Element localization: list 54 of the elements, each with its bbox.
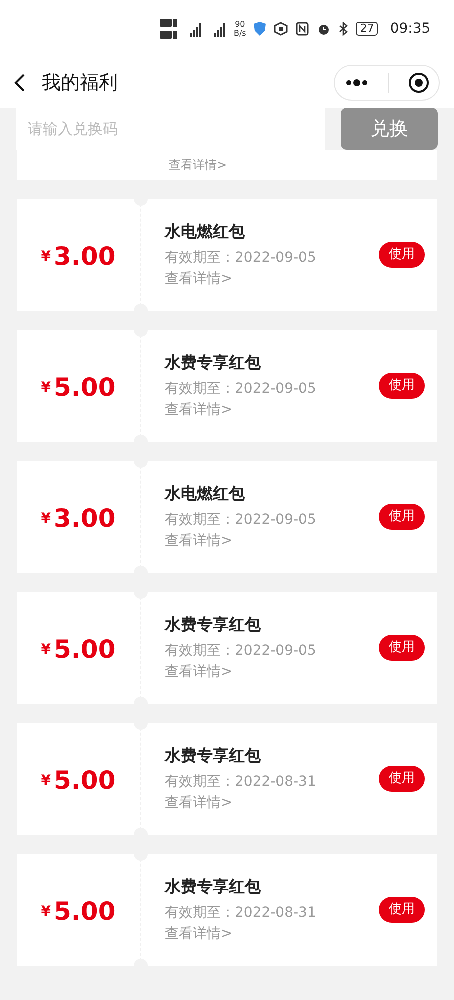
currency-symbol: ¥	[41, 248, 52, 266]
expiry-date: 有效期至：2022-09-05	[165, 511, 318, 530]
expiry-date: 有效期至：2022-09-05	[165, 642, 318, 661]
alarm-icon	[317, 22, 332, 36]
details-link[interactable]: 查看详情>	[169, 156, 228, 174]
shield-icon	[254, 22, 266, 36]
coupon-amount: 3.00	[54, 241, 116, 274]
coupon-title: 水电燃红包	[165, 483, 246, 505]
currency-symbol: ¥	[41, 378, 52, 398]
details-link[interactable]: 查看详情>	[165, 400, 379, 421]
expiry-date: 有效期至：2022-08-31	[165, 904, 318, 923]
coupon-title: 水费专享红包	[165, 745, 262, 767]
coupon-title: 水费专享红包	[165, 614, 262, 636]
speed-unit: B/s	[234, 29, 246, 38]
sim-icon	[160, 18, 178, 40]
coupon-amount: 3.00	[54, 503, 116, 536]
coupon-title: 水费专享红包	[165, 876, 262, 898]
expiry-date: 有效期至：2022-09-05	[165, 380, 318, 399]
speed-value: 90	[234, 20, 246, 29]
details-link[interactable]: 查看详情>	[165, 531, 379, 552]
currency-symbol: ¥	[41, 640, 52, 660]
status-time: 09:35	[390, 20, 431, 38]
details-link[interactable]: 查看详情>	[165, 269, 379, 290]
use-button[interactable]: 使用	[379, 373, 425, 399]
target-icon	[408, 72, 430, 94]
currency-symbol: ¥	[41, 510, 52, 528]
hexagon-icon	[274, 22, 288, 36]
back-button[interactable]	[14, 73, 26, 93]
battery-level: 27	[356, 22, 378, 36]
coupon-amount: 5.00	[54, 372, 116, 404]
use-button[interactable]: 使用	[379, 897, 425, 923]
coupon-amount: 5.00	[54, 765, 116, 798]
details-link[interactable]: 查看详情>	[165, 924, 379, 945]
use-button[interactable]: 使用	[379, 242, 425, 268]
use-button[interactable]: 使用	[379, 766, 425, 792]
use-button[interactable]: 使用	[379, 635, 425, 661]
more-button[interactable]	[344, 79, 368, 87]
coupon-title: 水费专享红包	[165, 352, 262, 374]
coupon-title: 水电燃红包	[165, 221, 246, 243]
use-button[interactable]: 使用	[379, 504, 425, 530]
close-button[interactable]	[408, 72, 430, 94]
expiry-date: 有效期至：2022-09-05	[165, 249, 318, 268]
coupon-amount: 5.00	[54, 896, 116, 928]
nfc-icon	[296, 22, 310, 36]
details-link[interactable]: 查看详情>	[165, 793, 379, 814]
expiry-date: 有效期至：2022-08-31	[165, 773, 318, 792]
page-title: 我的福利	[42, 70, 118, 96]
currency-symbol: ¥	[41, 902, 52, 922]
more-icon	[344, 79, 368, 87]
currency-symbol: ¥	[41, 772, 52, 790]
details-link[interactable]: 查看详情>	[165, 662, 379, 683]
back-icon	[14, 73, 26, 93]
bluetooth-icon	[339, 22, 348, 36]
coupon-amount: 5.00	[54, 634, 116, 666]
